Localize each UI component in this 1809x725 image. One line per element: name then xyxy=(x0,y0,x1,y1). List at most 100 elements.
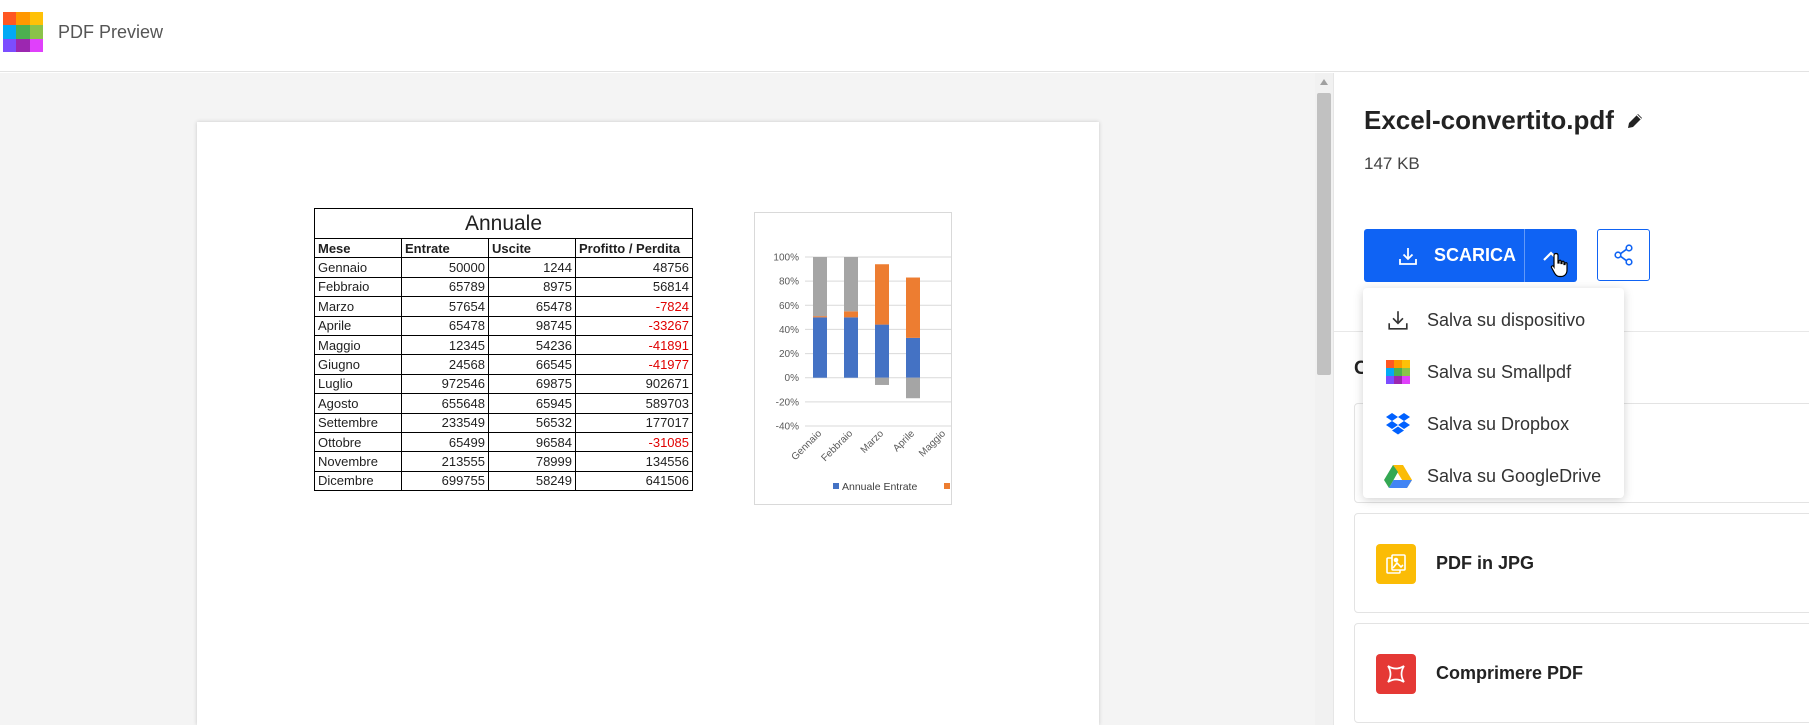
table-header-uscite: Uscite xyxy=(488,237,576,259)
y-tick-label: 0% xyxy=(785,373,800,384)
file-name: Excel-convertito.pdf xyxy=(1364,105,1614,135)
table-cell: Aprile xyxy=(314,315,402,336)
menu-item-save-dropbox[interactable]: Salva su Dropbox xyxy=(1363,398,1624,450)
table-row: Luglio 972546 69875 902671 xyxy=(314,373,693,395)
bar-segment xyxy=(906,337,920,378)
download-button[interactable]: SCARICA xyxy=(1364,229,1577,282)
table-row: Marzo 57654 65478 -7824 xyxy=(314,296,693,317)
table-cell: 66545 xyxy=(488,354,576,375)
top-bar: PDF Preview xyxy=(0,0,1809,72)
image-file-icon xyxy=(1376,544,1416,584)
dropbox-icon xyxy=(1383,409,1413,439)
pdf-page: Annuale Mese Entrate Uscite Profitto / P… xyxy=(197,122,1099,725)
tool-card-pdf-in-jpg[interactable]: PDF in JPG xyxy=(1354,513,1809,613)
table-cell: 65478 xyxy=(401,315,489,336)
table-cell: 641506 xyxy=(575,470,693,492)
table-cell: 98745 xyxy=(488,315,576,336)
file-size: 147 KB xyxy=(1364,154,1420,173)
y-tick-label: -20% xyxy=(776,397,799,408)
table-header-entrate: Entrate xyxy=(401,237,489,259)
file-title: Excel-convertito.pdf xyxy=(1364,105,1644,136)
bar-segment xyxy=(875,324,889,378)
x-tick-label: Febbraio xyxy=(819,428,855,464)
download-icon xyxy=(1383,305,1413,335)
bar-segment xyxy=(844,311,858,318)
bar-segment xyxy=(813,257,827,317)
table-cell: 699755 xyxy=(401,470,489,492)
compress-icon xyxy=(1376,654,1416,694)
app-title: PDF Preview xyxy=(58,22,164,42)
x-tick-label: Gennaio xyxy=(790,428,825,463)
table-cell: 58249 xyxy=(488,470,576,492)
menu-item-save-smallpdf[interactable]: Salva su Smallpdf xyxy=(1363,346,1624,398)
table-cell: Giugno xyxy=(314,354,402,375)
x-tick-label: Maggio xyxy=(917,428,948,459)
legend-label: Annuale Entrate xyxy=(842,481,917,493)
y-tick-label: -40% xyxy=(776,422,799,433)
menu-item-label: Salva su GoogleDrive xyxy=(1427,465,1602,486)
table-cell: 65478 xyxy=(488,296,576,317)
table-cell: 78999 xyxy=(488,451,576,472)
menu-item-save-device[interactable]: Salva su dispositivo xyxy=(1363,294,1624,346)
table-cell: 96584 xyxy=(488,431,576,453)
table-header-profitto: Profitto / Perdita xyxy=(575,237,693,259)
table-cell: 56532 xyxy=(488,412,576,433)
share-button[interactable] xyxy=(1597,229,1650,281)
pencil-edit-icon[interactable] xyxy=(1626,112,1644,130)
table-row: Maggio 12345 54236 -41891 xyxy=(314,334,693,356)
table-cell: Agosto xyxy=(314,393,402,414)
table-cell: 65945 xyxy=(488,393,576,414)
table-cell: 902671 xyxy=(575,373,693,395)
menu-item-save-googledrive[interactable]: Salva su GoogleDrive xyxy=(1363,450,1624,502)
hand-cursor-icon xyxy=(1550,252,1568,278)
table-cell: 589703 xyxy=(575,393,693,414)
bar-segment xyxy=(906,377,920,399)
bar-segment xyxy=(844,317,858,378)
table-cell: Maggio xyxy=(314,334,402,356)
table-cell: Settembre xyxy=(314,412,402,433)
share-icon xyxy=(1613,244,1633,266)
table-cell: Gennaio xyxy=(314,257,402,278)
tool-label-pdf-in-jpg: PDF in JPG xyxy=(1436,553,1535,573)
tool-card-comprimere-pdf[interactable]: Comprimere PDF xyxy=(1354,623,1809,723)
table-cell: 48756 xyxy=(575,257,693,278)
table-cell: Novembre xyxy=(314,451,402,472)
table-cell: 655648 xyxy=(401,393,489,414)
table-cell: Ottobre xyxy=(314,431,402,453)
bar-segment xyxy=(813,316,827,318)
table-row: Settembre 233549 56532 177017 xyxy=(314,412,693,433)
table-cell: 54236 xyxy=(488,334,576,356)
table-cell: Marzo xyxy=(314,296,402,317)
table-cell: Febbraio xyxy=(314,276,402,298)
table-row: Agosto 655648 65945 589703 xyxy=(314,393,693,414)
legend-swatch xyxy=(833,483,839,489)
download-main-button[interactable]: SCARICA xyxy=(1364,229,1524,282)
spreadsheet-table: Annuale Mese Entrate Uscite Profitto / P… xyxy=(314,208,693,492)
table-cell: 1244 xyxy=(488,257,576,278)
table-cell: 134556 xyxy=(575,451,693,472)
y-tick-label: 40% xyxy=(779,325,799,336)
table-cell: 233549 xyxy=(401,412,489,433)
table-row: Febbraio 65789 8975 56814 xyxy=(314,276,693,298)
y-tick-label: 100% xyxy=(773,253,799,264)
scroll-thumb[interactable] xyxy=(1317,93,1331,375)
table-cell: -7824 xyxy=(575,296,693,317)
download-options-menu: Salva su dispositivo Salva su Smallpdf S… xyxy=(1363,288,1624,498)
x-tick-label: Marzo xyxy=(859,428,887,456)
download-label: SCARICA xyxy=(1434,245,1517,265)
table-cell: -41891 xyxy=(575,334,693,356)
google-drive-icon xyxy=(1383,461,1413,491)
bar-segment xyxy=(875,264,889,325)
table-cell: -31085 xyxy=(575,431,693,453)
table-cell: 213555 xyxy=(401,451,489,472)
scroll-up-arrow-icon[interactable] xyxy=(1320,79,1328,85)
table-cell: 69875 xyxy=(488,373,576,395)
bar-segment xyxy=(813,317,827,378)
table-caption: Annuale xyxy=(314,208,693,239)
preview-scrollbar[interactable] xyxy=(1315,73,1333,725)
table-row: Aprile 65478 98745 -33267 xyxy=(314,315,693,336)
table-row: Giugno 24568 66545 -41977 xyxy=(314,354,693,375)
smallpdf-logo-icon xyxy=(3,12,43,52)
table-cell: 50000 xyxy=(401,257,489,278)
table-cell: 65499 xyxy=(401,431,489,453)
